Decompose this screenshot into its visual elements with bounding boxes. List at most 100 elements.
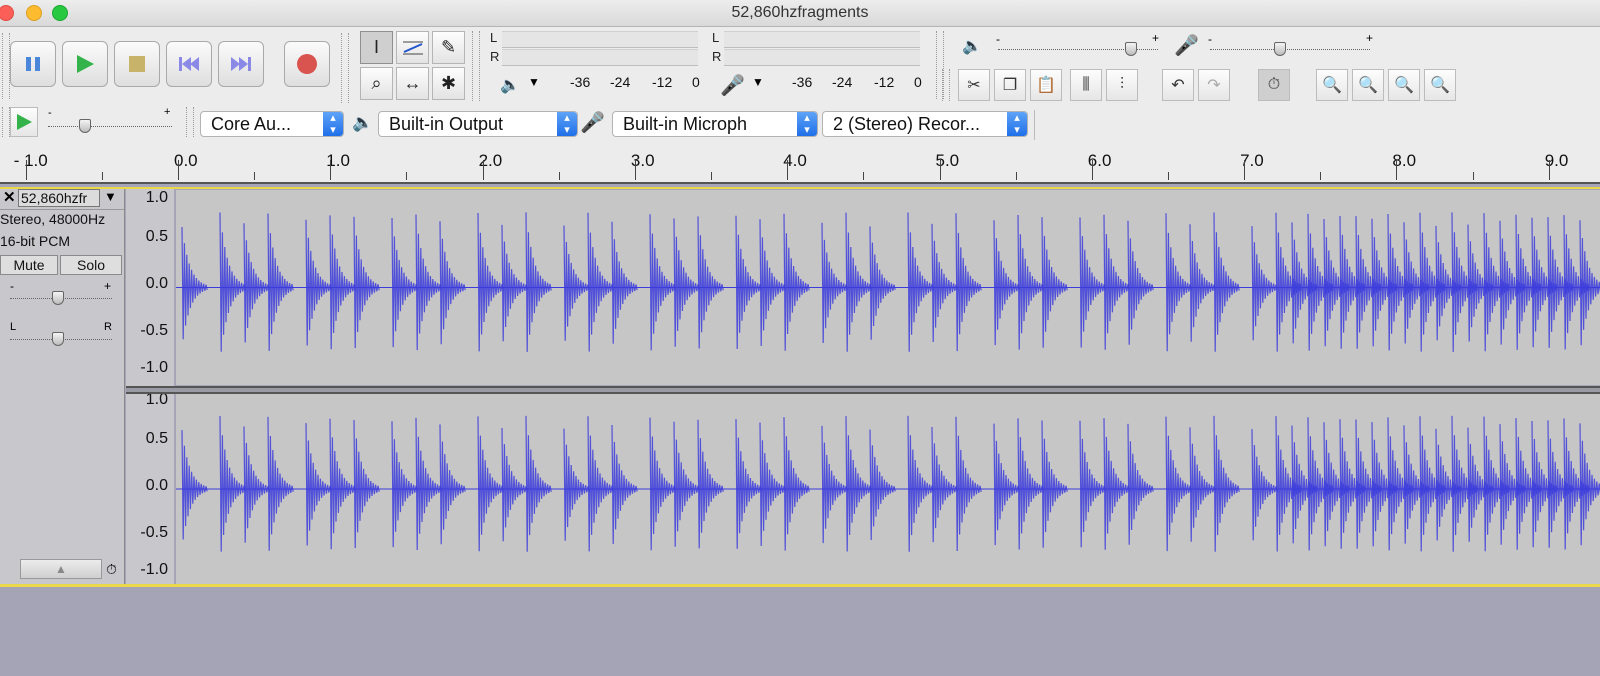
pause-button[interactable] <box>10 41 56 87</box>
toolbar-grip[interactable] <box>942 69 950 101</box>
multi-tool-button[interactable]: ✱ <box>432 67 465 100</box>
redo-button[interactable]: ↷ <box>1198 69 1230 101</box>
pause-icon <box>26 57 40 71</box>
copy-icon: ❐ <box>1002 77 1018 94</box>
waveform-burst <box>673 218 700 347</box>
play-speed-thumb[interactable] <box>79 119 92 133</box>
pan-left-label: L <box>10 321 17 333</box>
right-channel-waveform[interactable] <box>176 394 1600 584</box>
skip-to-start-button[interactable] <box>166 41 212 87</box>
waveform-burst <box>1213 212 1240 352</box>
undo-button[interactable]: ↶ <box>1162 69 1194 101</box>
waveform-burst <box>267 213 294 351</box>
waveform-burst <box>1103 214 1130 350</box>
track-name-bar: ✕ 52,860hzfr ▼ <box>0 187 124 210</box>
envelope-tool-icon <box>402 41 423 54</box>
ruler-tick <box>558 172 560 180</box>
waveform-burst <box>649 417 676 551</box>
waveform-burst <box>611 424 638 544</box>
close-track-button[interactable]: ✕ <box>3 188 16 206</box>
slider-plus-label: + <box>1152 31 1160 45</box>
input-volume-thumb[interactable] <box>1274 42 1287 56</box>
timeshift-tool-button[interactable]: ↔ <box>396 67 429 100</box>
waveform-burst <box>673 421 700 547</box>
playback-meter-left[interactable] <box>502 31 698 48</box>
silence-waveform-icon: ⫶ <box>1119 76 1124 93</box>
mute-button[interactable]: Mute <box>0 255 58 275</box>
input-volume-slider[interactable] <box>1210 49 1370 50</box>
timeline-ruler[interactable]: - 1.0 0.0 1.0 2.0 3.0 4.0 5.0 6.0 7.0 8.0 9.0 <box>0 144 1600 184</box>
trim-button[interactable]: ✂ <box>958 69 990 101</box>
collapse-track-button[interactable]: ▲ <box>20 559 102 579</box>
waveform-burst <box>1579 423 1600 546</box>
selection-tool-button[interactable]: I <box>360 31 393 64</box>
play-speed-slider[interactable] <box>48 126 172 127</box>
play-at-speed-button[interactable] <box>10 107 38 137</box>
copy-button[interactable]: ❐ <box>994 69 1026 101</box>
toolbar-grip[interactable] <box>2 107 10 137</box>
fit-selection-button[interactable]: 🔍 <box>1388 69 1420 101</box>
output-volume-thumb[interactable] <box>1124 42 1137 56</box>
output-device-select[interactable]: Built-in Output ▴ ▾ <box>378 111 578 137</box>
solo-button[interactable]: Solo <box>60 255 122 275</box>
stop-button[interactable] <box>114 41 160 87</box>
waveform-burst <box>243 223 270 343</box>
waveform-burst <box>525 212 552 352</box>
ruler-label: - 1.0 <box>13 151 48 170</box>
empty-track-area[interactable] <box>0 587 1600 676</box>
gain-slider-thumb[interactable] <box>52 291 64 305</box>
playback-meter-speaker-icon[interactable]: 🔈 <box>500 75 520 95</box>
waveform-burst <box>501 224 528 342</box>
sync-lock-button[interactable]: ⏱ <box>1258 69 1290 101</box>
ruler-tick <box>939 160 941 180</box>
zoom-out-button[interactable]: 🔍 <box>1352 69 1384 101</box>
playback-meter-right[interactable] <box>502 49 698 66</box>
paste-button[interactable]: 📋 <box>1030 69 1062 101</box>
silence-audio-button[interactable]: ⫶ <box>1106 69 1138 101</box>
selection-tool-icon: I <box>373 37 379 57</box>
toolbar-grip[interactable] <box>186 107 194 137</box>
record-meter-left[interactable] <box>724 31 920 48</box>
waveform-burst <box>931 426 958 543</box>
record-meter-microphone-icon[interactable]: 🎤 <box>720 73 745 98</box>
fit-project-button[interactable]: 🔍 <box>1424 69 1456 101</box>
trim-audio-button[interactable]: ⫼ <box>1070 69 1102 101</box>
record-button[interactable] <box>284 41 330 87</box>
envelope-tool-button[interactable] <box>396 31 429 64</box>
slider-minus-label: - <box>48 107 52 119</box>
ruler-tick <box>1396 160 1398 180</box>
chevron-down-icon[interactable]: ▼ <box>752 75 764 89</box>
waveform-burst <box>305 219 332 346</box>
waveform-burst <box>649 214 676 351</box>
scissors-icon: ✂ <box>967 77 981 94</box>
slider-plus-label: + <box>164 106 171 118</box>
waveform-burst <box>1041 217 1068 348</box>
playback-meter-right-label: R <box>490 49 500 64</box>
waveform-burst <box>563 225 590 341</box>
waveform-burst <box>697 419 724 549</box>
left-channel-waveform[interactable] <box>176 190 1600 385</box>
record-meter-right[interactable] <box>724 49 920 66</box>
toolbar-grip[interactable] <box>472 31 480 101</box>
zoom-in-button[interactable]: 🔍 <box>1316 69 1348 101</box>
waveform-burst <box>869 429 896 541</box>
audio-host-select[interactable]: Core Au... ▴ ▾ <box>200 111 344 137</box>
chevron-down-icon[interactable]: ▼ <box>528 75 540 89</box>
timeshift-tool-icon: ↔ <box>403 73 422 93</box>
y-tick-label: -0.5 <box>140 524 168 541</box>
redo-icon: ↷ <box>1207 77 1221 94</box>
pan-slider-thumb[interactable] <box>52 332 64 346</box>
input-device-select[interactable]: Built-in Microph ▴ ▾ <box>612 111 818 137</box>
channels-select[interactable]: 2 (Stereo) Recor... ▴ ▾ <box>822 111 1028 137</box>
toolbar-grip[interactable] <box>341 33 349 103</box>
waveform-burst <box>219 415 246 552</box>
draw-tool-button[interactable]: ✎ <box>432 31 465 64</box>
chevron-down-icon[interactable]: ▼ <box>104 189 117 204</box>
zoom-tool-button[interactable]: ⌕ <box>360 67 393 100</box>
track-menu-button[interactable]: 52,860hzfr <box>18 189 100 207</box>
play-button[interactable] <box>62 41 108 87</box>
skip-to-end-button[interactable] <box>218 41 264 87</box>
toolbar-grip[interactable] <box>2 33 10 99</box>
waveform-burst <box>501 427 528 542</box>
track-name: 52,860hzfr <box>21 190 88 206</box>
